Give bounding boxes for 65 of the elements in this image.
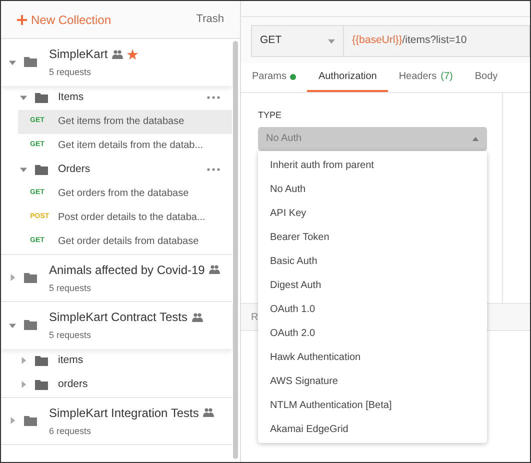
folder-row[interactable]: items bbox=[1, 348, 232, 372]
collection-header[interactable]: Animals affected by Covid-19 5 requests bbox=[1, 254, 232, 301]
request-count: 5 requests bbox=[49, 329, 92, 342]
request-tab[interactable]: Params bbox=[241, 63, 308, 92]
caret-icon[interactable] bbox=[20, 357, 27, 364]
folder-icon bbox=[35, 356, 48, 366]
caret-icon[interactable] bbox=[9, 58, 16, 66]
folder-icon bbox=[35, 92, 48, 102]
menu-item[interactable]: OAuth 2.0 bbox=[258, 321, 487, 345]
request-name: Post order details to the databa... bbox=[58, 211, 206, 225]
request-name: Get order details from database bbox=[58, 235, 199, 249]
folder-name: Orders bbox=[58, 162, 90, 177]
folder-icon bbox=[24, 57, 37, 68]
folder-icon bbox=[24, 416, 37, 426]
folder-row[interactable]: Orders bbox=[1, 158, 232, 182]
collection-name: SimpleKart bbox=[49, 46, 108, 63]
menu-item[interactable]: Bearer Token bbox=[258, 225, 487, 249]
request-tab[interactable]: Headers (7) bbox=[388, 63, 464, 92]
request-tab[interactable]: Body bbox=[464, 63, 509, 92]
caret-icon[interactable] bbox=[9, 417, 16, 424]
request-name: Get orders from the database bbox=[58, 187, 189, 201]
menu-item[interactable]: API Key bbox=[258, 201, 487, 225]
response-label: R bbox=[251, 310, 258, 324]
caret-icon[interactable] bbox=[20, 166, 27, 173]
caret-icon[interactable] bbox=[9, 274, 16, 282]
folder-row[interactable]: Items bbox=[1, 86, 232, 110]
folder-name: orders bbox=[58, 376, 88, 392]
collection-header[interactable]: SimpleKart Integration Tests 6 requests bbox=[1, 398, 232, 444]
folder-row[interactable]: orders bbox=[1, 372, 232, 396]
collection-name: SimpleKart Contract Tests bbox=[49, 309, 188, 326]
scrollbar[interactable] bbox=[233, 41, 238, 459]
menu-item[interactable]: NTLM Authentication [Beta] bbox=[258, 393, 487, 417]
folder-icon bbox=[35, 164, 48, 174]
caret-icon bbox=[472, 136, 479, 140]
menu-item[interactable]: No Auth bbox=[258, 177, 487, 201]
more-icon[interactable] bbox=[207, 168, 220, 171]
request-count: 5 requests bbox=[49, 282, 92, 295]
menu-item[interactable]: AWS Signature bbox=[258, 369, 487, 393]
caret-icon[interactable] bbox=[20, 381, 27, 388]
menu-item[interactable]: OAuth 1.0 bbox=[258, 297, 487, 321]
folder-icon bbox=[35, 380, 48, 390]
collection-name: Animals affected by Covid-19 bbox=[49, 262, 205, 278]
plus-icon bbox=[17, 14, 27, 24]
request-count: 6 requests bbox=[49, 424, 92, 438]
request-name: Get items from the database bbox=[58, 115, 184, 129]
menu-item[interactable]: Inherit auth from parent bbox=[258, 153, 487, 177]
folder-icon bbox=[24, 320, 37, 330]
folder-icon bbox=[24, 272, 37, 283]
menu-item[interactable]: Hawk Authentication bbox=[258, 345, 487, 369]
collection-header[interactable]: SimpleKart Contract Tests 5 requests bbox=[1, 302, 232, 348]
folder-name: items bbox=[58, 352, 84, 368]
caret-icon[interactable] bbox=[20, 94, 27, 101]
caret-icon[interactable] bbox=[9, 322, 16, 329]
menu-item[interactable]: Akamai EdgeGrid bbox=[258, 417, 487, 441]
collection-header[interactable]: SimpleKart 5 requests bbox=[1, 39, 232, 86]
type-label: TYPE bbox=[258, 109, 283, 122]
menu-item[interactable]: Basic Auth bbox=[258, 249, 487, 273]
request-count: 5 requests bbox=[49, 66, 92, 79]
collection-name: SimpleKart Integration Tests bbox=[49, 404, 199, 422]
star-icon[interactable] bbox=[126, 48, 138, 60]
trash-button[interactable]: Trash bbox=[196, 11, 224, 28]
request-name: Get item details from the datab... bbox=[58, 139, 204, 153]
folder-name: Items bbox=[58, 90, 84, 105]
more-icon[interactable] bbox=[207, 96, 220, 99]
menu-item[interactable]: Digest Auth bbox=[258, 273, 487, 297]
